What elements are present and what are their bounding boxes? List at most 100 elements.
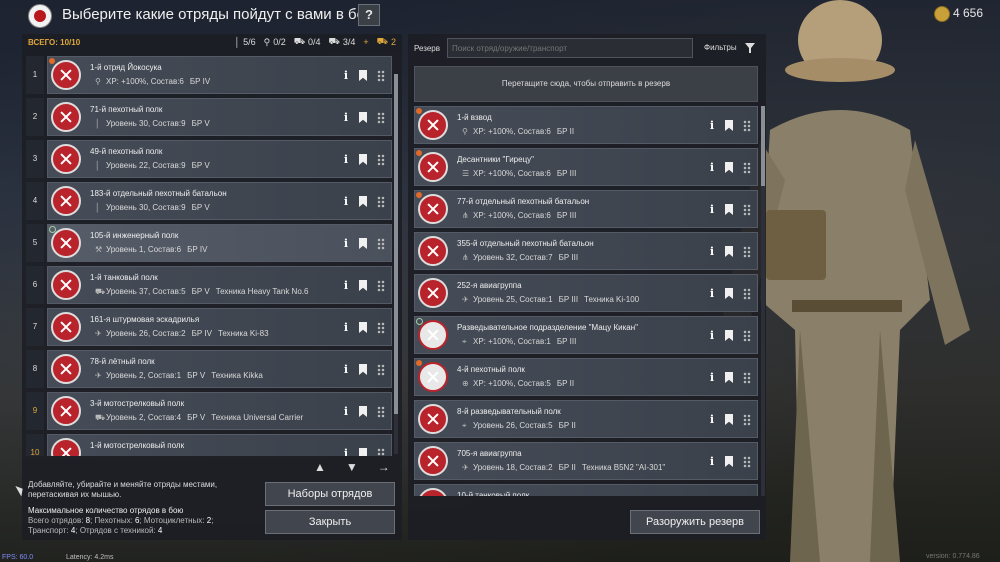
drag-handle-icon[interactable]	[377, 321, 385, 334]
squad-card[interactable]: 1-й танковый полк ⛟Уровень 37, Состав:5 БР…	[47, 266, 392, 304]
bookmark-icon[interactable]	[725, 456, 733, 467]
squad-card[interactable]: 105-й инженерный полк ⚒ Уровень 1, Состав:…	[47, 224, 392, 262]
move-right-button[interactable]: →	[378, 460, 390, 474]
bookmark-icon[interactable]	[725, 246, 733, 257]
info-icon[interactable]: i	[709, 203, 715, 216]
help-button[interactable]: ?	[358, 4, 380, 26]
info-icon[interactable]: i	[343, 195, 349, 208]
reserve-squad-row[interactable]: 8-й разведывательный полк ⌖ Уровень 26, Со…	[414, 400, 758, 438]
drag-handle-icon[interactable]	[377, 447, 385, 456]
move-up-button[interactable]: ▲	[314, 460, 326, 474]
bookmark-icon[interactable]	[359, 406, 367, 417]
bookmark-icon[interactable]	[359, 238, 367, 249]
bookmark-icon[interactable]	[359, 364, 367, 375]
squad-card[interactable]: 1-й отряд Йокосука ⚲ XP: +100%, Состав:6 БР…	[47, 56, 392, 94]
drag-handle-icon[interactable]	[743, 161, 751, 174]
info-icon[interactable]: i	[343, 69, 349, 82]
info-icon[interactable]: i	[343, 447, 349, 456]
active-squad-row[interactable]: 10 1-й мотострелковый полк i	[26, 434, 396, 456]
active-squad-row[interactable]: 8 78-й лётный полк ✈ Уровень 2, Состав:1 БР …	[26, 350, 396, 388]
squad-card[interactable]: 355-й отдельный пехотный батальон ⋔ Уровен…	[414, 232, 758, 270]
bookmark-icon[interactable]	[359, 154, 367, 165]
active-squad-row[interactable]: 3 49-й пехотный полк │ Уровень 22, Состав:9…	[26, 140, 396, 178]
bookmark-icon[interactable]	[359, 280, 367, 291]
drag-handle-icon[interactable]	[743, 119, 751, 132]
squad-card[interactable]: 252-я авиагруппа ✈ Уровень 25, Состав:1 БР …	[414, 274, 758, 312]
info-icon[interactable]: i	[709, 329, 715, 342]
squad-card[interactable]: 705-я авиагруппа ✈ Уровень 18, Состав:2 БР …	[414, 442, 758, 480]
info-icon[interactable]: i	[709, 413, 715, 426]
bookmark-icon[interactable]	[725, 120, 733, 131]
info-icon[interactable]: i	[709, 287, 715, 300]
bookmark-icon[interactable]	[359, 70, 367, 81]
squad-card[interactable]: 4-й пехотный полк ⊕ XP: +100%, Состав:5 БР …	[414, 358, 758, 396]
drag-handle-icon[interactable]	[377, 363, 385, 376]
right-scrollbar-thumb[interactable]	[761, 106, 765, 186]
drag-handle-icon[interactable]	[377, 405, 385, 418]
squad-card[interactable]: 78-й лётный полк ✈ Уровень 2, Состав:1 БР V…	[47, 350, 392, 388]
squad-card[interactable]: 49-й пехотный полк │ Уровень 22, Состав:9 Б…	[47, 140, 392, 178]
drag-handle-icon[interactable]	[377, 237, 385, 250]
squad-card[interactable]: Разведывательное подразделение "Мацу Кик…	[414, 316, 758, 354]
left-scrollbar-thumb[interactable]	[394, 74, 398, 414]
drag-handle-icon[interactable]	[377, 279, 385, 292]
active-squad-row[interactable]: 9 3-й мотострелковый полк ⛟Уровень 2, Сост…	[26, 392, 396, 430]
bookmark-icon[interactable]	[725, 372, 733, 383]
drag-handle-icon[interactable]	[377, 69, 385, 82]
bookmark-icon[interactable]	[725, 288, 733, 299]
bookmark-icon[interactable]	[725, 330, 733, 341]
squad-card[interactable]: 161-я штурмовая эскадрилья ✈ Уровень 26, С…	[47, 308, 392, 346]
info-icon[interactable]: i	[343, 363, 349, 376]
close-button[interactable]: Закрыть	[265, 510, 395, 534]
reserve-squad-row[interactable]: 705-я авиагруппа ✈ Уровень 18, Состав:2 БР …	[414, 442, 758, 480]
info-icon[interactable]: i	[343, 405, 349, 418]
reserve-squad-row[interactable]: 355-й отдельный пехотный батальон ⋔ Уровен…	[414, 232, 758, 270]
reserve-squad-row[interactable]: 77-й отдельный пехотный батальон ⋔ XP: +10…	[414, 190, 758, 228]
info-icon[interactable]: i	[709, 119, 715, 132]
info-icon[interactable]: i	[709, 161, 715, 174]
squad-presets-button[interactable]: Наборы отрядов	[265, 482, 395, 506]
drag-handle-icon[interactable]	[743, 413, 751, 426]
drag-handle-icon[interactable]	[743, 329, 751, 342]
bookmark-icon[interactable]	[359, 322, 367, 333]
drag-handle-icon[interactable]	[377, 111, 385, 124]
reserve-squad-row[interactable]: Разведывательное подразделение "Мацу Кик…	[414, 316, 758, 354]
active-squad-row[interactable]: 2 71-й пехотный полк │ Уровень 30, Состав:9…	[26, 98, 396, 136]
reserve-drop-zone[interactable]: Перетащите сюда, чтобы отправить в резер…	[414, 66, 758, 102]
squad-card[interactable]: 183-й отдельный пехотный батальон │ Уровен…	[47, 182, 392, 220]
reserve-squad-row[interactable]: 10-й танковый полкi	[414, 484, 758, 496]
drag-handle-icon[interactable]	[743, 455, 751, 468]
active-squad-row[interactable]: 5 105-й инженерный полк ⚒ Уровень 1, Состав…	[26, 224, 396, 262]
drag-handle-icon[interactable]	[377, 153, 385, 166]
drag-handle-icon[interactable]	[743, 287, 751, 300]
squad-card[interactable]: Десантники "Гирецу" ☰ XP: +100%, Состав:6 Б…	[414, 148, 758, 186]
bookmark-icon[interactable]	[359, 196, 367, 207]
move-down-button[interactable]: ▼	[346, 460, 358, 474]
bookmark-icon[interactable]	[725, 414, 733, 425]
active-squad-row[interactable]: 6 1-й танковый полк ⛟Уровень 37, Состав:5 Б…	[26, 266, 396, 304]
info-icon[interactable]: i	[343, 321, 349, 334]
active-squad-row[interactable]: 7 161-я штурмовая эскадрилья ✈ Уровень 26, …	[26, 308, 396, 346]
squad-card[interactable]: 8-й разведывательный полк ⌖ Уровень 26, Со…	[414, 400, 758, 438]
reserve-squad-row[interactable]: 252-я авиагруппа ✈ Уровень 25, Состав:1 БР …	[414, 274, 758, 312]
squad-card[interactable]: 77-й отдельный пехотный батальон ⋔ XP: +10…	[414, 190, 758, 228]
info-icon[interactable]: i	[343, 279, 349, 292]
bookmark-icon[interactable]	[359, 112, 367, 123]
squad-card[interactable]: 71-й пехотный полк │ Уровень 30, Состав:9 Б…	[47, 98, 392, 136]
info-icon[interactable]: i	[343, 111, 349, 124]
drag-handle-icon[interactable]	[743, 371, 751, 384]
info-icon[interactable]: i	[343, 153, 349, 166]
reserve-squad-row[interactable]: 1-й взвод ⚲ XP: +100%, Состав:6 БР II i	[414, 106, 758, 144]
reserve-squad-row[interactable]: Десантники "Гирецу" ☰ XP: +100%, Состав:6 Б…	[414, 148, 758, 186]
reserve-search-input[interactable]	[447, 38, 693, 58]
disarm-reserve-button[interactable]: Разоружить резерв	[630, 510, 760, 534]
active-squad-row[interactable]: 4 183-й отдельный пехотный батальон │ Урове…	[26, 182, 396, 220]
filter-icon[interactable]	[745, 43, 755, 53]
squad-card[interactable]: 1-й мотострелковый полк i	[47, 434, 392, 456]
info-icon[interactable]: i	[343, 237, 349, 250]
squad-card[interactable]: 10-й танковый полкi	[414, 484, 758, 496]
squad-card[interactable]: 1-й взвод ⚲ XP: +100%, Состав:6 БР II i	[414, 106, 758, 144]
bookmark-icon[interactable]	[725, 204, 733, 215]
drag-handle-icon[interactable]	[743, 203, 751, 216]
active-squad-row[interactable]: 1 1-й отряд Йокосука ⚲ XP: +100%, Состав:6 Б…	[26, 56, 396, 94]
